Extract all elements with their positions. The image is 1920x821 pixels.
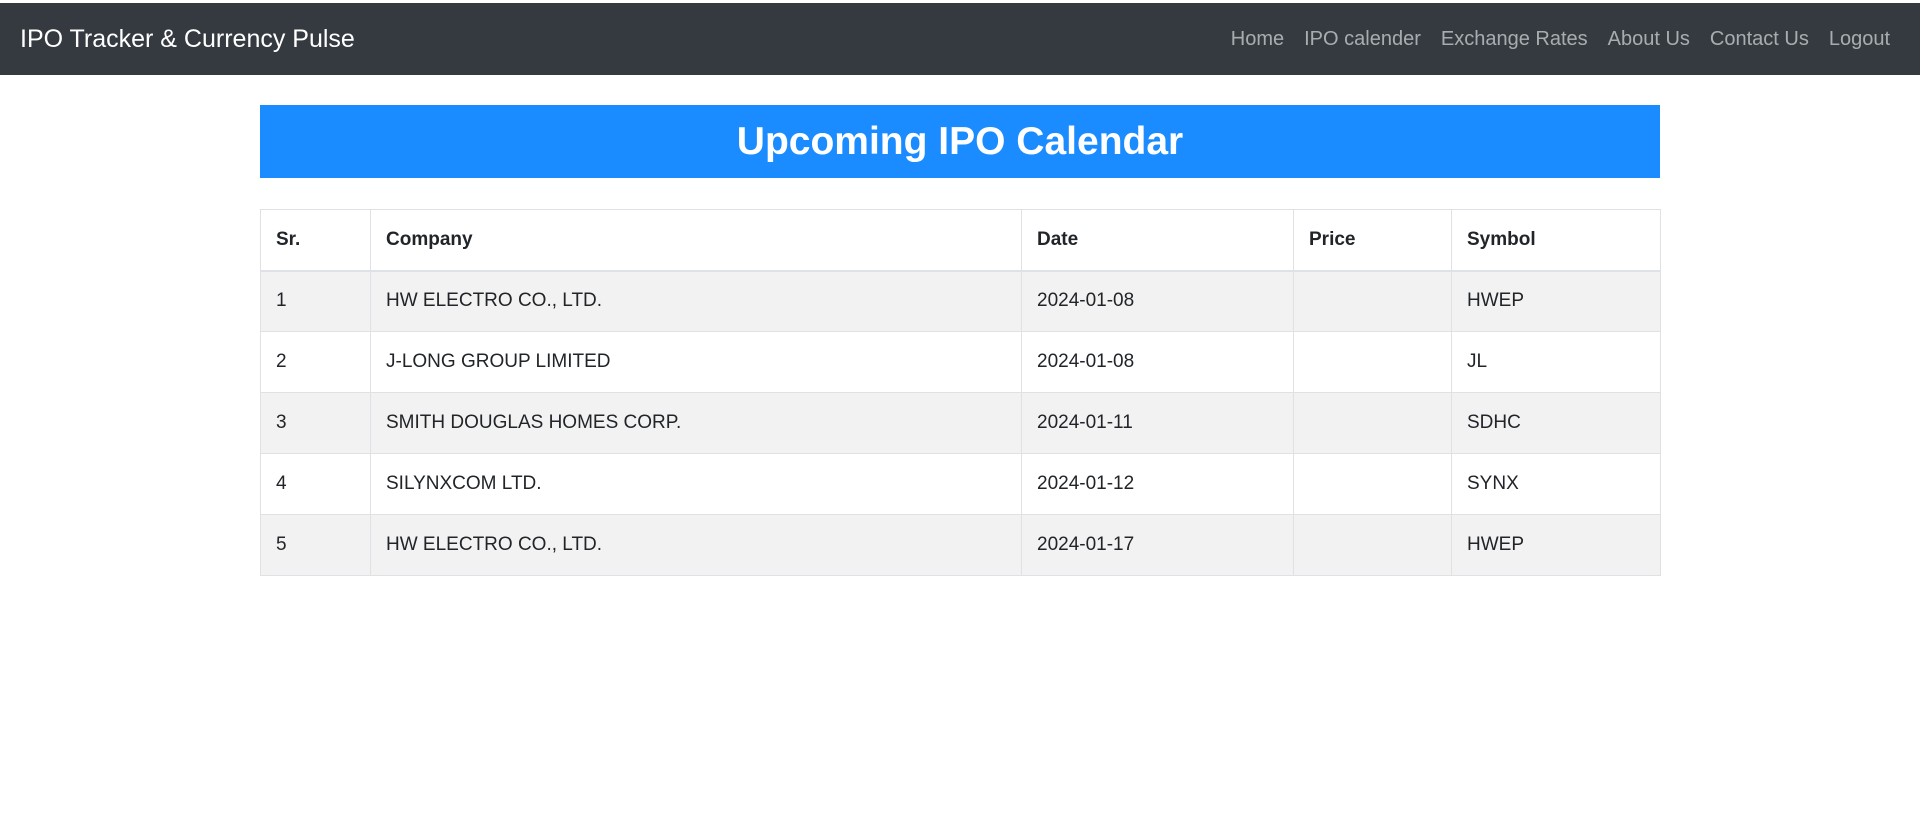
nav-link-contact-us[interactable]: Contact Us bbox=[1700, 29, 1819, 49]
cell-date: 2024-01-12 bbox=[1021, 453, 1294, 515]
nav-link-about-us[interactable]: About Us bbox=[1598, 29, 1700, 49]
column-header-sr: Sr. bbox=[260, 209, 371, 272]
page-title: Upcoming IPO Calendar bbox=[736, 120, 1184, 163]
page-title-banner: Upcoming IPO Calendar bbox=[260, 105, 1660, 178]
nav-link-logout[interactable]: Logout bbox=[1819, 29, 1890, 49]
nav-link-ipo-calendar[interactable]: IPO calender bbox=[1294, 29, 1431, 49]
table-row: 1 HW ELECTRO CO., LTD. 2024-01-08 HWEP bbox=[260, 270, 1661, 332]
cell-price bbox=[1293, 453, 1452, 515]
column-header-company: Company bbox=[370, 209, 1022, 272]
cell-date: 2024-01-17 bbox=[1021, 514, 1294, 576]
cell-price bbox=[1293, 514, 1452, 576]
cell-date: 2024-01-08 bbox=[1021, 270, 1294, 332]
cell-date: 2024-01-11 bbox=[1021, 392, 1294, 454]
cell-sr: 4 bbox=[260, 453, 371, 515]
cell-symbol: SYNX bbox=[1451, 453, 1661, 515]
cell-symbol: SDHC bbox=[1451, 392, 1661, 454]
table-row: 2 J-LONG GROUP LIMITED 2024-01-08 JL bbox=[260, 331, 1661, 393]
cell-company: J-LONG GROUP LIMITED bbox=[370, 331, 1022, 393]
nav-link-exchange-rates[interactable]: Exchange Rates bbox=[1431, 29, 1598, 49]
cell-symbol: HWEP bbox=[1451, 270, 1661, 332]
cell-price bbox=[1293, 270, 1452, 332]
nav-links: Home IPO calender Exchange Rates About U… bbox=[1221, 3, 1890, 75]
cell-price bbox=[1293, 392, 1452, 454]
cell-price bbox=[1293, 331, 1452, 393]
cell-sr: 2 bbox=[260, 331, 371, 393]
table-header-row: Sr. Company Date Price Symbol bbox=[260, 209, 1661, 272]
main-content: Upcoming IPO Calendar Sr. Company Date P… bbox=[260, 105, 1661, 576]
column-header-price: Price bbox=[1293, 209, 1452, 272]
brand-title[interactable]: IPO Tracker & Currency Pulse bbox=[20, 26, 355, 52]
top-navbar: IPO Tracker & Currency Pulse Home IPO ca… bbox=[0, 3, 1920, 75]
cell-sr: 5 bbox=[260, 514, 371, 576]
column-header-date: Date bbox=[1021, 209, 1294, 272]
nav-link-home[interactable]: Home bbox=[1221, 29, 1294, 49]
cell-sr: 1 bbox=[260, 270, 371, 332]
cell-company: HW ELECTRO CO., LTD. bbox=[370, 514, 1022, 576]
cell-company: SMITH DOUGLAS HOMES CORP. bbox=[370, 392, 1022, 454]
cell-symbol: HWEP bbox=[1451, 514, 1661, 576]
table-row: 5 HW ELECTRO CO., LTD. 2024-01-17 HWEP bbox=[260, 514, 1661, 576]
table-row: 3 SMITH DOUGLAS HOMES CORP. 2024-01-11 S… bbox=[260, 392, 1661, 454]
table-row: 4 SILYNXCOM LTD. 2024-01-12 SYNX bbox=[260, 453, 1661, 515]
ipo-table: Sr. Company Date Price Symbol 1 HW ELECT… bbox=[260, 209, 1661, 576]
cell-date: 2024-01-08 bbox=[1021, 331, 1294, 393]
cell-sr: 3 bbox=[260, 392, 371, 454]
cell-symbol: JL bbox=[1451, 331, 1661, 393]
cell-company: SILYNXCOM LTD. bbox=[370, 453, 1022, 515]
cell-company: HW ELECTRO CO., LTD. bbox=[370, 270, 1022, 332]
column-header-symbol: Symbol bbox=[1451, 209, 1661, 272]
